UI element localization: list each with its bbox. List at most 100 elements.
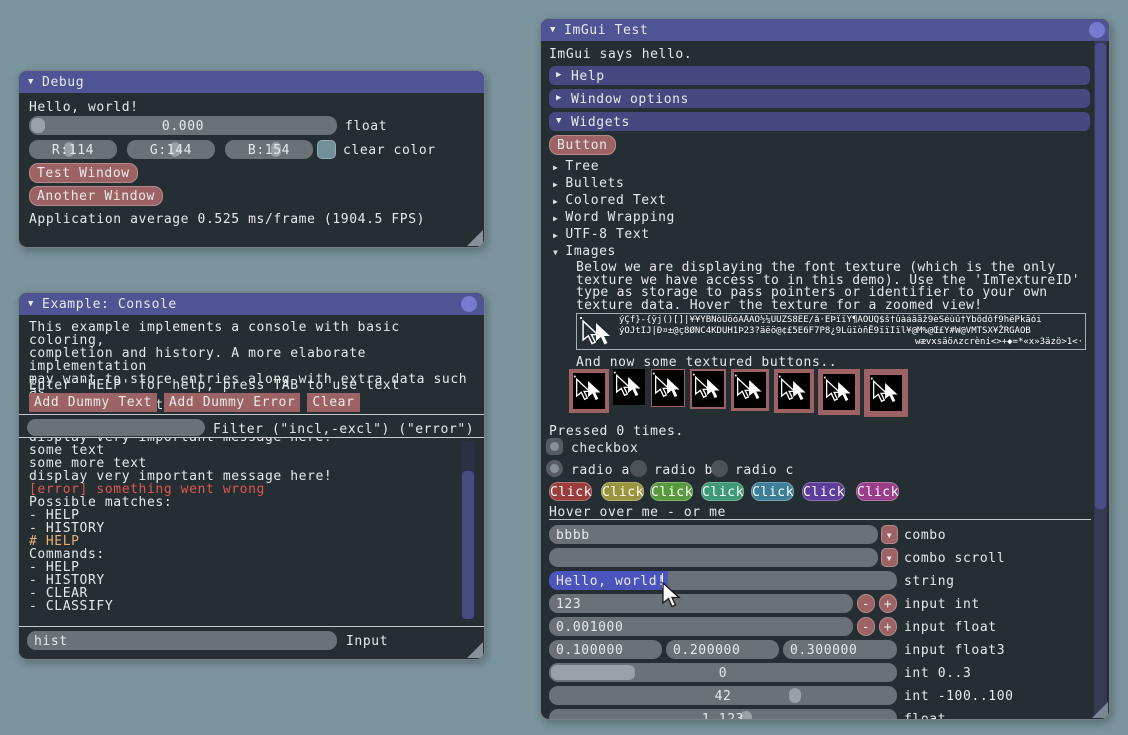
filter-label: Filter ("incl,-excl") ("error") [213,422,474,437]
clear-button[interactable]: Clear [307,393,359,412]
slider-float[interactable]: 1.123 [549,709,897,720]
header-window-options[interactable]: ▶ Window options [549,89,1090,108]
image-button-2[interactable] [613,369,645,405]
image-button-4[interactable] [690,369,726,409]
console-title-bar[interactable]: ▼ Example: Console [19,293,484,315]
tree-node-colored-text[interactable]: ▶Colored Text [553,193,667,210]
close-button[interactable] [1089,22,1105,38]
checkbox[interactable] [546,438,563,455]
log-scrollbar[interactable] [461,441,475,619]
console-input[interactable]: hist [27,631,337,650]
click-button-7[interactable]: Click [856,482,899,501]
resize-grip[interactable] [1092,702,1108,718]
radio-c[interactable] [711,460,728,477]
combo-select[interactable]: bbbb [549,525,878,544]
tree-node-bullets[interactable]: ▶Bullets [553,176,624,193]
console-log[interactable]: display very important message here! som… [29,438,460,623]
slider-int-100[interactable]: 42 [549,686,897,705]
click-button-1[interactable]: Click [549,482,592,501]
image-button-8[interactable] [864,369,908,417]
input-float3-y[interactable]: 0.200000 [666,640,779,659]
filter-input[interactable] [27,419,205,436]
collapse-arrow-icon[interactable]: ▼ [28,300,34,309]
click-button-5[interactable]: Click [751,482,794,501]
checkbox-label: checkbox [571,441,638,456]
collapse-arrow-icon: ▼ [556,116,562,126]
collapse-arrow-icon[interactable]: ▼ [28,78,34,87]
hover-text[interactable]: Hover over me - or me [549,505,726,520]
input-float3-x[interactable]: 0.100000 [549,640,662,659]
window-scrollbar-grab[interactable] [1095,43,1106,509]
tree-node-label: UTF-8 Text [565,227,649,242]
float-slider[interactable]: 0.000 [29,116,337,135]
images-text-line: texture data. Hover the texture for a zo… [576,300,1080,313]
input-float3-z[interactable]: 0.300000 [783,640,897,659]
header-help[interactable]: ▶ Help [549,66,1090,85]
tree-node-word-wrapping[interactable]: ▶Word Wrapping [553,210,675,227]
decrement-button[interactable]: - [857,617,875,636]
close-button[interactable] [461,296,477,312]
tree-node-label: Bullets [565,176,624,191]
image-button-5[interactable] [731,369,769,411]
widgets-button[interactable]: Button [549,135,616,155]
image-button-6[interactable] [774,369,814,413]
cursor-texture-icon [778,373,810,405]
combo-arrow-button[interactable]: ▼ [881,525,898,544]
input-int-label: input int [904,597,980,612]
tree-arrow-icon: ▶ [553,197,558,206]
log-scrollbar-grab[interactable] [462,471,474,619]
decrement-button[interactable]: - [857,594,875,613]
slider-int-0-3-label: int 0..3 [904,666,971,681]
color-slider-r[interactable]: R:114 [29,140,117,159]
click-button-2[interactable]: Click [601,482,644,501]
click-button-4[interactable]: Click [701,482,744,501]
test-window-button[interactable]: Test Window [29,163,138,183]
input-float[interactable]: 0.001000 [549,617,853,636]
add-dummy-error-button[interactable]: Add Dummy Error [164,393,300,412]
add-dummy-text-button[interactable]: Add Dummy Text [29,393,157,412]
increment-button[interactable]: + [879,594,897,613]
tree-node-label: Word Wrapping [565,210,675,225]
fps-stats: Application average 0.525 ms/frame (1904… [29,212,425,227]
click-button-6[interactable]: Click [802,482,845,501]
resize-grip[interactable] [467,230,483,246]
imgui-greeting: ImGui says hello. [549,47,692,62]
increment-button[interactable]: + [879,617,897,636]
header-widgets[interactable]: ▼ Widgets [549,112,1090,131]
log-line: - CLASSIFY [29,600,460,613]
console-intro-line: This example implements a console with b… [29,321,484,347]
slider-int-0-3[interactable]: 0 [549,663,897,682]
header-help-label: Help [571,69,605,84]
tree-node-tree[interactable]: ▶Tree [553,159,599,176]
tree-node-images[interactable]: ▼Images [553,244,616,261]
cursor-texture-icon [870,375,902,407]
combo-scroll-select[interactable] [549,548,878,567]
string-input-selection: Hello, world! [549,571,668,590]
imgui-title-bar[interactable]: ▼ ImGui Test [541,19,1109,41]
collapse-arrow-icon[interactable]: ▼ [550,26,556,35]
window-scrollbar[interactable] [1094,41,1107,717]
image-button-7[interactable] [818,369,860,415]
tree-node-utf8-text[interactable]: ▶UTF-8 Text [553,227,650,244]
chevron-down-icon: ▼ [887,531,892,540]
click-button-3[interactable]: Click [650,482,693,501]
color-slider-g[interactable]: G:144 [127,140,215,159]
combo-scroll-arrow-button[interactable]: ▼ [881,548,898,567]
input-int[interactable]: 123 [549,594,853,613]
debug-window: ▼ Debug Hello, world! 0.000 float R:114 … [18,70,485,248]
color-slider-g-value: G:144 [127,143,215,158]
debug-title-bar[interactable]: ▼ Debug [19,71,484,93]
radio-b[interactable] [630,460,647,477]
resize-grip[interactable] [467,642,483,658]
plus-icon: + [884,597,892,612]
radio-a[interactable] [546,460,563,477]
clear-color-swatch[interactable] [317,140,336,159]
color-slider-b[interactable]: B:154 [225,140,313,159]
font-texture-image[interactable]: ýÇf}-{ÿj()[]|¥¥ŸBÑòÛöóÄÅÀÖ½¼ÙÚŽŠ8ÉË/å·ÈÞ… [576,313,1086,350]
string-input[interactable]: Hello, world! [549,571,897,590]
console-input-label: Input [346,634,388,649]
cursor-texture-icon [573,373,605,405]
another-window-button[interactable]: Another Window [29,186,163,206]
image-button-3[interactable] [651,369,685,407]
image-button-1[interactable] [569,369,609,413]
